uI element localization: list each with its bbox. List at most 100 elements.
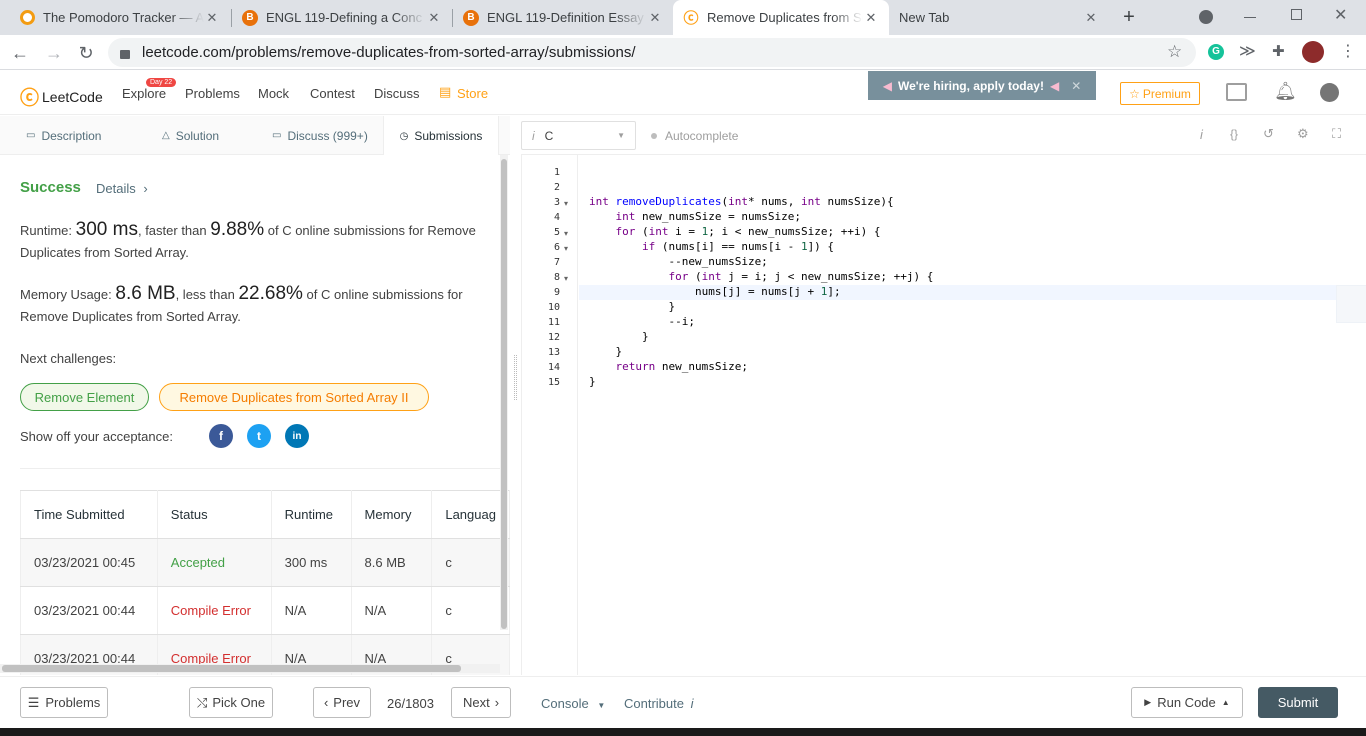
cell-status[interactable]: Compile Error (157, 586, 272, 635)
pane-splitter-handle[interactable] (514, 355, 517, 400)
prev-button[interactable]: ‹ Prev (313, 687, 371, 718)
code-line[interactable]: } (589, 375, 596, 388)
close-icon[interactable]: ✕ (1083, 10, 1099, 26)
leetcode-logo[interactable]: ⓒ LeetCode (20, 83, 103, 110)
browser-tab-engl-2[interactable]: B ENGL 119-Definition Essay ✕ (453, 0, 673, 35)
code-line[interactable]: int removeDuplicates(int* nums, int nums… (589, 195, 894, 208)
bookmark-star-icon[interactable]: ☆ (1167, 42, 1182, 62)
grammarly-extension-icon[interactable]: G (1208, 44, 1224, 60)
nav-explore[interactable]: Explore (122, 86, 166, 101)
tab-discuss[interactable]: ▭ Discuss (999+) (272, 116, 368, 155)
playground-icon[interactable] (1226, 83, 1247, 101)
browser-tab-pomodoro[interactable]: The Pomodoro Tracker — A ✕ (10, 0, 230, 35)
close-icon[interactable]: ✕ (204, 10, 220, 26)
nav-store[interactable]: Store (457, 86, 488, 101)
close-banner-icon[interactable]: ✕ (1071, 79, 1081, 93)
fold-toggle-icon[interactable]: ▾ (564, 244, 568, 253)
code-line[interactable]: return new_numsSize; (589, 360, 748, 373)
challenge-remove-duplicates-ii[interactable]: Remove Duplicates from Sorted Array II (159, 383, 429, 411)
minimize-icon[interactable] (1244, 17, 1256, 18)
language-select[interactable]: i C ▼ (521, 121, 636, 150)
fold-toggle-icon[interactable]: ▾ (564, 274, 568, 283)
window-close-icon[interactable]: ✕ (1334, 5, 1347, 25)
code-line[interactable]: } (589, 345, 622, 358)
nav-discuss[interactable]: Discuss (374, 86, 420, 101)
horizontal-scrollbar[interactable] (0, 664, 500, 673)
run-code-button[interactable]: ▶ Run Code ▲ (1131, 687, 1243, 718)
tab-submissions[interactable]: ◷ Submissions (383, 116, 499, 156)
autocomplete-toggle[interactable]: Autocomplete (651, 129, 738, 143)
tab-search-icon[interactable] (1199, 10, 1213, 24)
browser-tab-new[interactable]: New Tab ✕ (889, 0, 1109, 35)
pick-one-button[interactable]: ⤭ Pick One (189, 687, 273, 718)
code-line[interactable]: --i; (589, 315, 695, 328)
table-row[interactable]: 03/23/2021 00:45 Accepted 300 ms 8.6 MB … (20, 538, 510, 587)
reset-icon[interactable]: ↺ (1263, 126, 1274, 142)
browser-tab-engl-1[interactable]: B ENGL 119-Defining a Conc ✕ (232, 0, 452, 35)
back-arrow-icon[interactable]: ← (6, 39, 34, 67)
tab-solution[interactable]: △ Solution (162, 116, 219, 155)
extensions-puzzle-icon[interactable]: ✚ (1272, 42, 1285, 60)
nav-contest[interactable]: Contest (310, 86, 355, 101)
browser-tab-leetcode[interactable]: ⓒ Remove Duplicates from So ✕ (673, 0, 889, 35)
scrollbar-thumb[interactable] (2, 665, 461, 672)
problems-list-button[interactable]: ☰ Problems (20, 687, 108, 718)
cell-memory: 8.6 MB (351, 538, 433, 587)
code-line[interactable]: } (589, 300, 675, 313)
show-off-label: Show off your acceptance: (20, 429, 173, 444)
console-toggle[interactable]: Console ▼ (541, 696, 605, 711)
details-link[interactable]: Details › (96, 181, 148, 196)
close-icon[interactable]: ✕ (863, 10, 879, 26)
new-tab-button[interactable]: + (1118, 6, 1140, 28)
code-line[interactable]: for (int j = i; j < new_numsSize; ++j) { (589, 270, 933, 283)
side-feedback-tab[interactable] (1336, 285, 1366, 323)
vertical-scrollbar[interactable] (500, 155, 508, 630)
fullscreen-icon[interactable]: ⛶ (1332, 126, 1341, 142)
twitter-icon[interactable]: t (247, 424, 271, 448)
scrollbar-thumb[interactable] (501, 159, 507, 629)
settings-gear-icon[interactable]: ⚙ (1297, 126, 1309, 142)
contribute-link[interactable]: Contribute i (624, 696, 694, 711)
linkedin-icon[interactable]: in (285, 424, 309, 448)
nav-problems[interactable]: Problems (185, 86, 240, 101)
facebook-icon[interactable]: f (209, 424, 233, 448)
reload-icon[interactable]: ↻ (72, 39, 100, 67)
close-icon[interactable]: ✕ (426, 10, 442, 26)
restore-icon[interactable] (1291, 9, 1302, 20)
next-button[interactable]: Next › (451, 687, 511, 718)
line-number: 1 (553, 167, 560, 178)
submit-button[interactable]: Submit (1258, 687, 1338, 718)
leetcode-logo-icon: ⓒ (20, 88, 40, 109)
table-row[interactable]: 03/23/2021 00:44 Compile Error N/A N/A c (20, 586, 510, 635)
fold-toggle-icon[interactable]: ▾ (564, 199, 568, 208)
user-avatar-icon[interactable] (1320, 83, 1339, 102)
extension-arrows-icon[interactable]: ≫ (1239, 41, 1256, 61)
hiring-banner[interactable]: ◀ We're hiring, apply today! ◀ ✕ (868, 71, 1096, 100)
challenge-remove-element[interactable]: Remove Element (20, 383, 149, 411)
premium-button[interactable]: ☆ Premium (1120, 82, 1200, 105)
code-line[interactable]: if (nums[i] == nums[i - 1]) { (589, 240, 834, 253)
code-editor[interactable]: 1 2 3 ▾ 4 5 ▾ 6 ▾ 7 8 ▾ 9 10 11 12 13 14 15 int removeDupl… (521, 155, 1366, 675)
shuffle-icon: ⤭ (196, 694, 208, 710)
browser-menu-icon[interactable]: ⋮ (1340, 41, 1356, 61)
address-bar[interactable]: leetcode.com/problems/remove-duplicates-… (108, 38, 1196, 67)
forward-arrow-icon[interactable]: → (40, 39, 68, 67)
code-line[interactable]: nums[j] = nums[j + 1]; (589, 285, 841, 298)
profile-avatar[interactable] (1302, 41, 1324, 63)
language-value: C (544, 128, 554, 143)
code-line[interactable]: int new_numsSize = numsSize; (589, 210, 801, 223)
code-line[interactable]: --new_numsSize; (589, 255, 767, 268)
code-line[interactable]: } (589, 330, 649, 343)
info-icon[interactable]: i (1200, 127, 1203, 142)
close-icon[interactable]: ✕ (647, 10, 663, 26)
cell-status[interactable]: Accepted (157, 538, 272, 587)
notification-bell-icon[interactable]: 🔔︎ (1274, 81, 1297, 102)
chevron-left-icon: ‹ (323, 695, 329, 710)
braces-icon[interactable]: {} (1230, 127, 1238, 141)
fold-toggle-icon[interactable]: ▾ (564, 229, 568, 238)
tab-description[interactable]: ▭ Description (26, 116, 101, 155)
nav-mock[interactable]: Mock (258, 86, 289, 101)
next-challenges-label: Next challenges: (20, 351, 117, 366)
browser-tab-title: ENGL 119-Defining a Conc (266, 10, 423, 25)
code-line[interactable]: for (int i = 1; i < new_numsSize; ++i) { (589, 225, 881, 238)
